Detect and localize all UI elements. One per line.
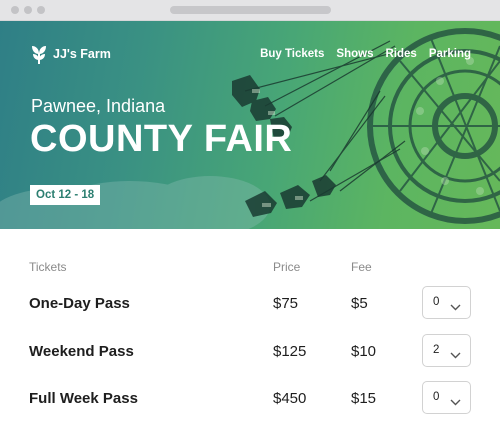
sprout-icon	[31, 44, 47, 64]
chevron-down-icon	[450, 393, 461, 411]
nav-rides[interactable]: Rides	[385, 48, 416, 60]
quantity-value: 0	[433, 391, 440, 403]
address-bar[interactable]	[170, 6, 331, 14]
chevron-down-icon	[450, 298, 461, 316]
brand-name: JJ's Farm	[53, 47, 111, 61]
table-row: Full Week Pass $450 $15 0	[0, 381, 500, 415]
table-row: One-Day Pass $75 $5 0	[0, 286, 500, 320]
chevron-down-icon	[450, 346, 461, 364]
nav-parking[interactable]: Parking	[429, 48, 471, 60]
column-header-tickets: Tickets	[29, 260, 67, 274]
quantity-value: 2	[433, 344, 440, 356]
brand-logo[interactable]: JJ's Farm	[31, 44, 111, 64]
event-dates-badge: Oct 12 - 18	[30, 185, 101, 205]
main-nav: Buy Tickets Shows Rides Parking	[260, 48, 471, 60]
tickets-table: Tickets Price Fee One-Day Pass $75 $5 0 …	[0, 229, 500, 443]
hero-banner: JJ's Farm Buy Tickets Shows Rides Parkin…	[0, 21, 500, 229]
nav-shows[interactable]: Shows	[336, 48, 373, 60]
window-minimize-dot[interactable]	[24, 6, 32, 14]
ticket-fee: $10	[351, 343, 377, 360]
quantity-value: 0	[433, 296, 440, 308]
ticket-fee: $15	[351, 390, 377, 407]
ticket-name: Full Week Pass	[29, 390, 138, 407]
nav-buy-tickets[interactable]: Buy Tickets	[260, 48, 324, 60]
ticket-price: $125	[273, 343, 307, 360]
quantity-select[interactable]: 2	[422, 334, 471, 367]
ticket-price: $450	[273, 390, 307, 407]
browser-chrome	[0, 0, 500, 21]
table-row: Weekend Pass $125 $10 2	[0, 334, 500, 368]
window-maximize-dot[interactable]	[37, 6, 45, 14]
ticket-name: Weekend Pass	[29, 343, 134, 360]
page-title: COUNTY FAIR	[30, 118, 293, 160]
ticket-fee: $5	[351, 295, 368, 312]
column-header-price: Price	[273, 260, 301, 274]
ticket-name: One-Day Pass	[29, 295, 130, 312]
ticket-price: $75	[273, 295, 299, 312]
quantity-select[interactable]: 0	[422, 381, 471, 414]
event-location: Pawnee, Indiana	[31, 96, 166, 116]
column-header-fee: Fee	[351, 260, 372, 274]
window-close-dot[interactable]	[11, 6, 19, 14]
quantity-select[interactable]: 0	[422, 286, 471, 319]
